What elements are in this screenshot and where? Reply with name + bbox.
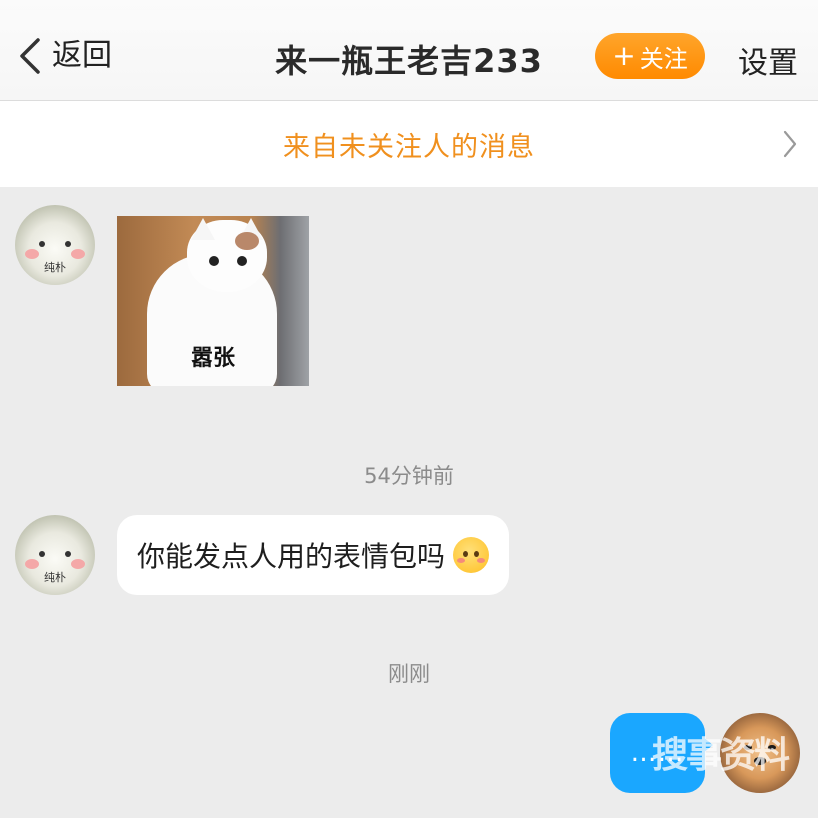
chevron-right-icon [783,130,797,158]
avatar-tag: 纯朴 [44,571,66,584]
chevron-left-icon [20,38,40,74]
back-button[interactable]: 返回 [14,34,112,78]
avatar-tag: 纯朴 [44,261,66,274]
cat-eye [237,256,247,266]
message-timestamp: 刚刚 [388,662,430,686]
back-label: 返回 [52,38,112,73]
message-text: …… [630,738,685,768]
avatar-eye [744,745,752,750]
avatar-eye [39,551,45,557]
avatar-eye [39,241,45,247]
stranger-notice-text: 来自未关注人的消息 [283,131,535,163]
follow-button[interactable]: + 关注 [595,33,705,79]
avatar-cheek [25,249,39,259]
avatar-eye [65,241,71,247]
message-timestamp: 54分钟前 [364,464,454,488]
cat-head [187,218,267,292]
flushed-face-icon [453,537,490,573]
follow-label: 关注 [639,44,688,73]
sticker-image[interactable]: 嚣张 [117,216,309,386]
message-text: 你能发点人用的表情包吗 [137,540,446,573]
avatar-cheek [71,559,85,569]
cat-eye [209,256,219,266]
own-avatar[interactable] [720,713,800,793]
avatar-cheek [71,249,85,259]
settings-button[interactable]: 设置 [738,38,798,82]
sticker-caption: 嚣张 [190,346,235,371]
avatar-eye [65,551,71,557]
outgoing-message-bubble[interactable]: …… [610,713,713,793]
avatar-cheek [25,559,39,569]
cat-patch [235,232,259,250]
avatar-eye [768,745,776,750]
incoming-message-bubble[interactable]: 你能发点人用的表情包吗 [117,515,510,595]
cat-ear [191,218,215,240]
navbar: 返回 来一瓶王老吉233 + 关注 设置 [0,0,818,101]
stranger-notice-bar[interactable]: 来自未关注人的消息 [0,101,818,187]
sender-avatar[interactable]: 纯朴 [15,205,95,285]
avatar-nose [754,757,766,765]
sender-avatar[interactable]: 纯朴 [15,515,95,595]
plus-icon: + [612,39,636,72]
